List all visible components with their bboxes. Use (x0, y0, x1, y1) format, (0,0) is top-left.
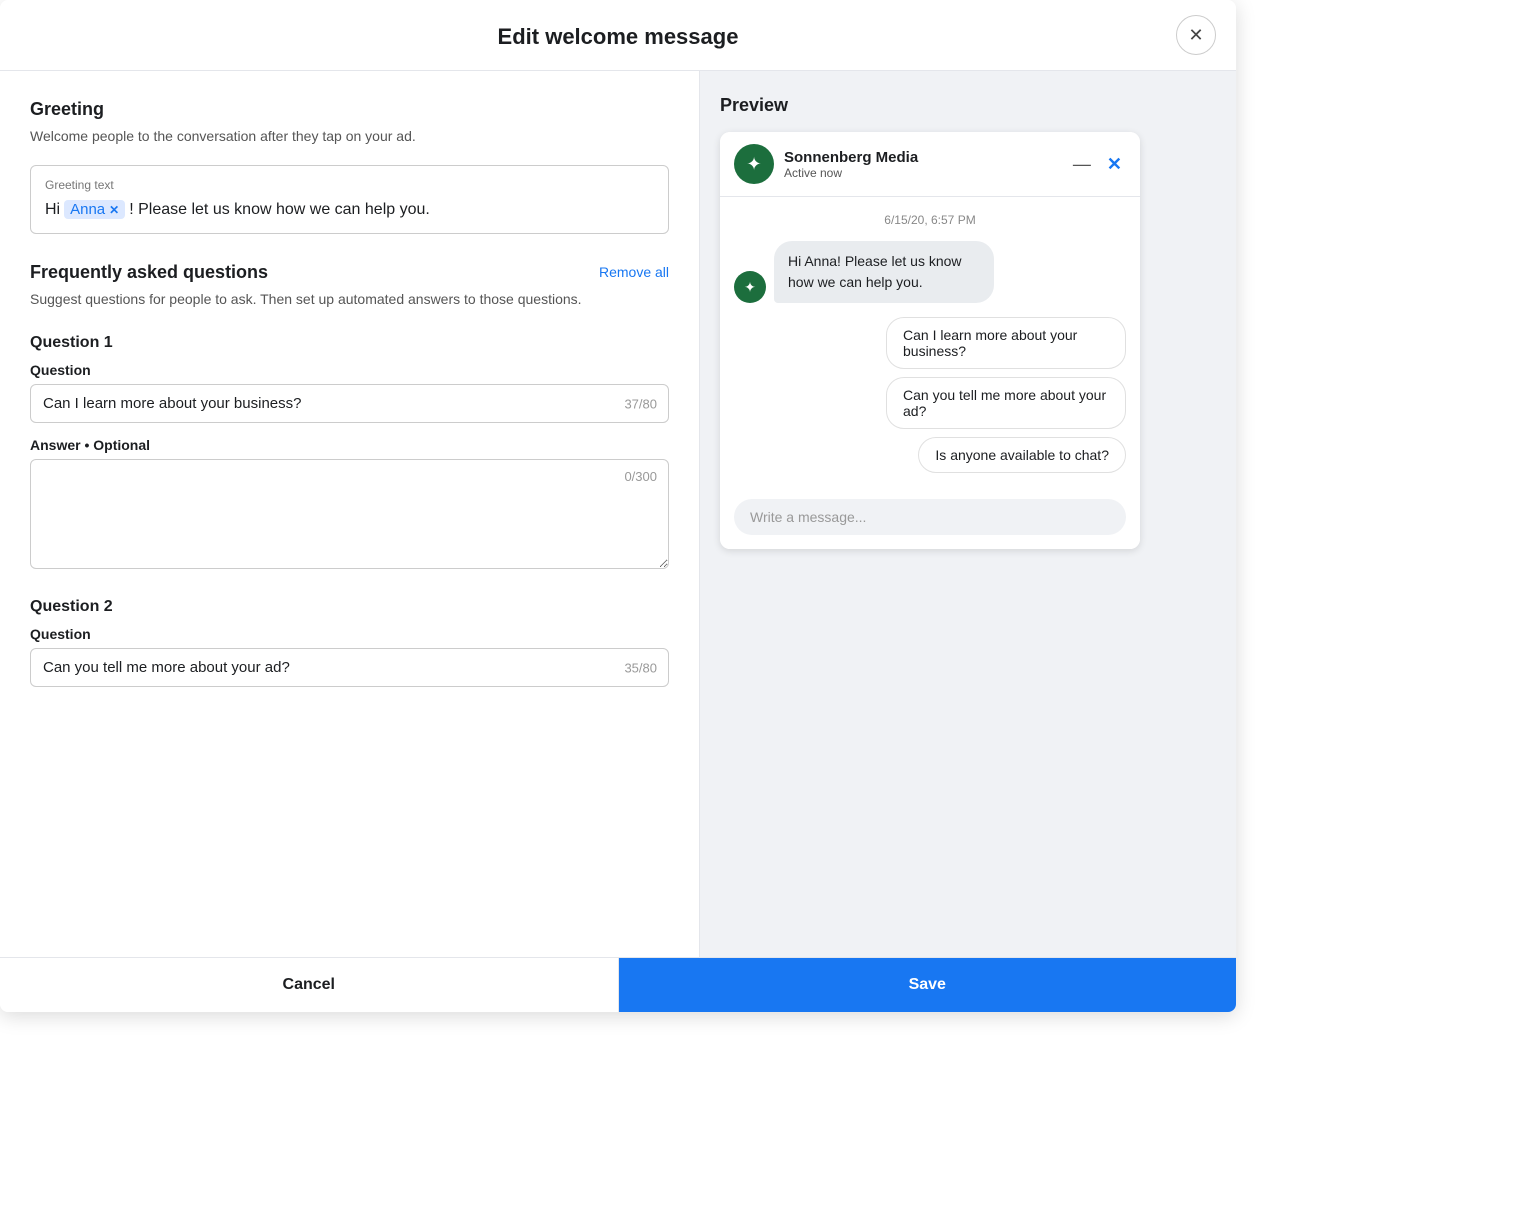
bot-message-row: ✦ Hi Anna! Please let us know how we can… (734, 241, 1126, 303)
chat-timestamp: 6/15/20, 6:57 PM (734, 213, 1126, 227)
chat-close-icon: ✕ (1107, 154, 1122, 174)
question-1-label: Question 1 (30, 334, 669, 352)
faq-header: Frequently asked questions Suggest quest… (30, 262, 669, 328)
question-2-input-row: 35/80 (30, 648, 669, 687)
bot-avatar-icon: ✦ (744, 279, 756, 296)
company-name: Sonnenberg Media (784, 149, 1059, 166)
save-button[interactable]: Save (619, 958, 1237, 1012)
answer-1-field-label: Answer • Optional (30, 437, 669, 453)
chat-input-area: Write a message... (720, 489, 1140, 549)
remove-all-button[interactable]: Remove all (599, 264, 669, 280)
question-1-input[interactable] (30, 384, 669, 423)
right-panel: Preview ✦ Sonnenberg Media Active now — (700, 71, 1236, 957)
question-1-input-row: 37/80 (30, 384, 669, 423)
modal-title: Edit welcome message (498, 24, 739, 50)
minimize-button[interactable]: — (1069, 152, 1095, 177)
question-2-label: Question 2 (30, 598, 669, 616)
faq-section-title: Frequently asked questions (30, 262, 582, 283)
suggested-questions: Can I learn more about your business? Ca… (734, 317, 1126, 473)
faq-section-desc: Suggest questions for people to ask. The… (30, 289, 582, 310)
modal-footer: Cancel Save (0, 957, 1236, 1012)
question-2-field-label: Question (30, 626, 669, 642)
company-avatar-icon: ✦ (746, 154, 761, 175)
chat-window: ✦ Sonnenberg Media Active now — ✕ (720, 132, 1140, 549)
minimize-icon: — (1073, 154, 1091, 174)
chat-status: Active now (784, 166, 1059, 180)
greeting-text-box: Greeting text Hi Anna ✕ ! Please let us … (30, 165, 669, 234)
chat-info: Sonnenberg Media Active now (784, 149, 1059, 180)
suggested-q-2[interactable]: Can you tell me more about your ad? (886, 377, 1126, 429)
chat-avatar: ✦ (734, 144, 774, 184)
greeting-text-after: ! Please let us know how we can help you… (129, 201, 430, 219)
question-1-block: Question 1 Question 37/80 Answer • Optio… (30, 334, 669, 574)
greeting-section-desc: Welcome people to the conversation after… (30, 126, 669, 147)
close-icon: ✕ (1188, 25, 1203, 46)
question-2-input[interactable] (30, 648, 669, 687)
tag-text: Anna (70, 201, 105, 218)
suggested-q-1[interactable]: Can I learn more about your business? (886, 317, 1126, 369)
greeting-section: Greeting Welcome people to the conversat… (30, 99, 669, 234)
tag-remove-icon[interactable]: ✕ (109, 203, 119, 217)
close-button[interactable]: ✕ (1176, 15, 1216, 55)
answer-1-char-count: 0/300 (624, 469, 657, 484)
chat-close-button[interactable]: ✕ (1103, 152, 1126, 177)
cancel-button[interactable]: Cancel (0, 958, 619, 1012)
greeting-text-before: Hi (45, 201, 60, 219)
answer-1-textarea[interactable] (30, 459, 669, 569)
chat-header-actions: — ✕ (1069, 152, 1126, 177)
question-2-char-count: 35/80 (624, 660, 657, 675)
greeting-field-label: Greeting text (45, 178, 654, 192)
bot-message-bubble: Hi Anna! Please let us know how we can h… (774, 241, 994, 303)
greeting-section-title: Greeting (30, 99, 669, 120)
chat-body: 6/15/20, 6:57 PM ✦ Hi Anna! Please let u… (720, 197, 1140, 489)
bot-avatar: ✦ (734, 271, 766, 303)
edit-welcome-modal: Edit welcome message ✕ Greeting Welcome … (0, 0, 1236, 1012)
question-2-block: Question 2 Question 35/80 (30, 598, 669, 687)
suggested-q-3[interactable]: Is anyone available to chat? (918, 437, 1126, 473)
chat-input-placeholder[interactable]: Write a message... (734, 499, 1126, 535)
left-panel: Greeting Welcome people to the conversat… (0, 71, 700, 957)
greeting-content: Hi Anna ✕ ! Please let us know how we ca… (45, 200, 654, 219)
preview-title: Preview (720, 95, 1216, 116)
chat-header: ✦ Sonnenberg Media Active now — ✕ (720, 132, 1140, 197)
question-1-field-label: Question (30, 362, 669, 378)
faq-section: Frequently asked questions Suggest quest… (30, 262, 669, 687)
answer-1-textarea-row: 0/300 (30, 459, 669, 574)
question-1-char-count: 37/80 (624, 396, 657, 411)
modal-body: Greeting Welcome people to the conversat… (0, 71, 1236, 957)
modal-header: Edit welcome message ✕ (0, 0, 1236, 71)
greeting-name-tag[interactable]: Anna ✕ (64, 200, 125, 219)
